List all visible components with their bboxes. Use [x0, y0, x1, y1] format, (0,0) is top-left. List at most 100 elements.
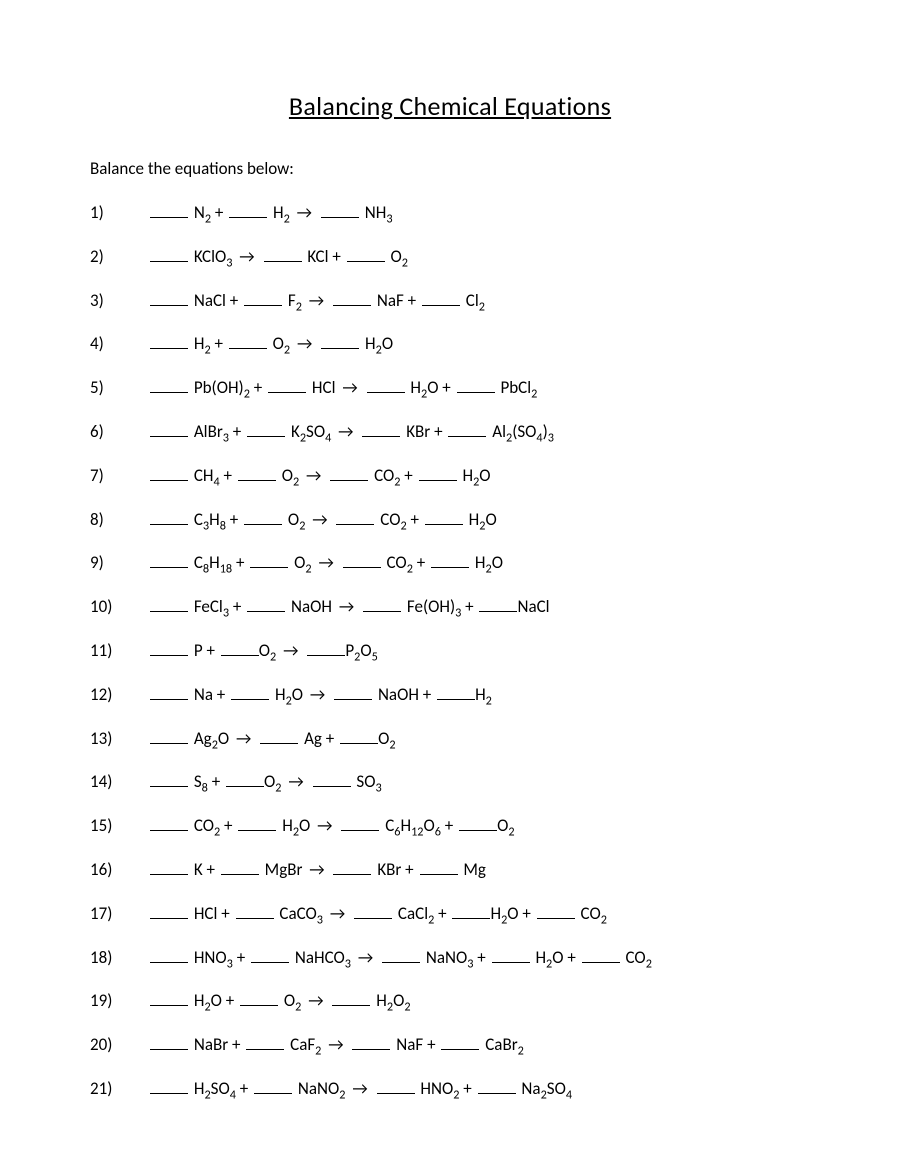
- coefficient-blank[interactable]: [240, 989, 278, 1006]
- coefficient-blank[interactable]: [250, 551, 288, 568]
- coefficient-blank[interactable]: [422, 289, 460, 306]
- coefficient-blank[interactable]: [150, 727, 188, 744]
- reaction-arrow-icon: →: [328, 1034, 343, 1055]
- coefficient-blank[interactable]: [150, 1077, 188, 1094]
- coefficient-blank[interactable]: [150, 376, 188, 393]
- coefficient-blank[interactable]: [537, 902, 575, 919]
- coefficient-blank[interactable]: [367, 376, 405, 393]
- equation-content: N2 + H2 → NH3: [148, 201, 393, 225]
- coefficient-blank[interactable]: [150, 245, 188, 262]
- coefficient-blank[interactable]: [260, 727, 298, 744]
- coefficient-blank[interactable]: [221, 639, 259, 656]
- coefficient-blank[interactable]: [478, 1077, 516, 1094]
- coefficient-blank[interactable]: [231, 683, 269, 700]
- coefficient-blank[interactable]: [150, 639, 188, 656]
- coefficient-blank[interactable]: [226, 770, 264, 787]
- formula-subscript: 2: [315, 1044, 321, 1059]
- formula-subscript: 4: [536, 430, 542, 445]
- coefficient-blank[interactable]: [254, 1077, 292, 1094]
- coefficient-blank[interactable]: [354, 902, 392, 919]
- coefficient-blank[interactable]: [582, 946, 620, 963]
- reaction-arrow-icon: →: [312, 509, 327, 530]
- coefficient-blank[interactable]: [150, 420, 188, 437]
- formula-subscript: 2: [546, 956, 552, 971]
- coefficient-blank[interactable]: [150, 595, 188, 612]
- coefficient-blank[interactable]: [229, 201, 267, 218]
- coefficient-blank[interactable]: [457, 376, 495, 393]
- coefficient-blank[interactable]: [150, 814, 188, 831]
- coefficient-blank[interactable]: [307, 639, 345, 656]
- coefficient-blank[interactable]: [238, 814, 276, 831]
- coefficient-blank[interactable]: [246, 1033, 284, 1050]
- coefficient-blank[interactable]: [382, 946, 420, 963]
- coefficient-blank[interactable]: [150, 989, 188, 1006]
- coefficient-blank[interactable]: [479, 595, 517, 612]
- reaction-arrow-icon: →: [358, 947, 373, 968]
- coefficient-blank[interactable]: [334, 683, 372, 700]
- coefficient-blank[interactable]: [221, 858, 259, 875]
- coefficient-blank[interactable]: [420, 858, 458, 875]
- coefficient-blank[interactable]: [238, 464, 276, 481]
- coefficient-blank[interactable]: [333, 858, 371, 875]
- coefficient-blank[interactable]: [150, 289, 188, 306]
- coefficient-blank[interactable]: [321, 332, 359, 349]
- coefficient-blank[interactable]: [244, 508, 282, 525]
- coefficient-blank[interactable]: [247, 595, 285, 612]
- coefficient-blank[interactable]: [150, 508, 188, 525]
- coefficient-blank[interactable]: [333, 289, 371, 306]
- coefficient-blank[interactable]: [313, 770, 351, 787]
- equation-row: Na + H2O → NaOH + H2: [90, 683, 810, 707]
- coefficient-blank[interactable]: [459, 814, 497, 831]
- coefficient-blank[interactable]: [425, 508, 463, 525]
- coefficient-blank[interactable]: [150, 551, 188, 568]
- coefficient-blank[interactable]: [150, 683, 188, 700]
- coefficient-blank[interactable]: [336, 508, 374, 525]
- coefficient-blank[interactable]: [431, 551, 469, 568]
- coefficient-blank[interactable]: [268, 376, 306, 393]
- coefficient-blank[interactable]: [150, 902, 188, 919]
- coefficient-blank[interactable]: [437, 683, 475, 700]
- coefficient-blank[interactable]: [492, 946, 530, 963]
- coefficient-blank[interactable]: [150, 946, 188, 963]
- coefficient-blank[interactable]: [341, 814, 379, 831]
- formula-subscript: 2: [479, 518, 485, 533]
- formula-subscript: 3: [548, 430, 554, 445]
- coefficient-blank[interactable]: [247, 420, 285, 437]
- reaction-arrow-icon: →: [317, 815, 332, 836]
- formula-subscript: 2: [453, 1087, 459, 1102]
- coefficient-blank[interactable]: [419, 464, 457, 481]
- equation-content: AlBr3 + K2SO4 → KBr + Al2(SO4)3: [148, 420, 554, 444]
- equation-content: K + MgBr → KBr + Mg: [148, 858, 486, 882]
- equation-content: S8 + O2 → SO3: [148, 770, 382, 794]
- coefficient-blank[interactable]: [332, 989, 370, 1006]
- coefficient-blank[interactable]: [452, 902, 490, 919]
- coefficient-blank[interactable]: [363, 595, 401, 612]
- coefficient-blank[interactable]: [343, 551, 381, 568]
- coefficient-blank[interactable]: [244, 289, 282, 306]
- coefficient-blank[interactable]: [340, 727, 378, 744]
- coefficient-blank[interactable]: [236, 902, 274, 919]
- coefficient-blank[interactable]: [362, 420, 400, 437]
- coefficient-blank[interactable]: [347, 245, 385, 262]
- coefficient-blank[interactable]: [150, 770, 188, 787]
- coefficient-blank[interactable]: [448, 420, 486, 437]
- coefficient-blank[interactable]: [264, 245, 302, 262]
- formula-subscript: 3: [455, 606, 461, 621]
- reaction-arrow-icon: →: [236, 728, 251, 749]
- coefficient-blank[interactable]: [352, 1033, 390, 1050]
- coefficient-blank[interactable]: [150, 201, 188, 218]
- coefficient-blank[interactable]: [330, 464, 368, 481]
- coefficient-blank[interactable]: [321, 201, 359, 218]
- coefficient-blank[interactable]: [150, 858, 188, 875]
- coefficient-blank[interactable]: [251, 946, 289, 963]
- coefficient-blank[interactable]: [377, 1077, 415, 1094]
- formula-subscript: 2: [204, 1087, 210, 1102]
- coefficient-blank[interactable]: [150, 464, 188, 481]
- formula-subscript: 3: [223, 606, 229, 621]
- reaction-arrow-icon: →: [352, 1078, 367, 1099]
- coefficient-blank[interactable]: [150, 1033, 188, 1050]
- coefficient-blank[interactable]: [150, 332, 188, 349]
- formula-subscript: 3: [317, 912, 323, 927]
- coefficient-blank[interactable]: [229, 332, 267, 349]
- coefficient-blank[interactable]: [441, 1033, 479, 1050]
